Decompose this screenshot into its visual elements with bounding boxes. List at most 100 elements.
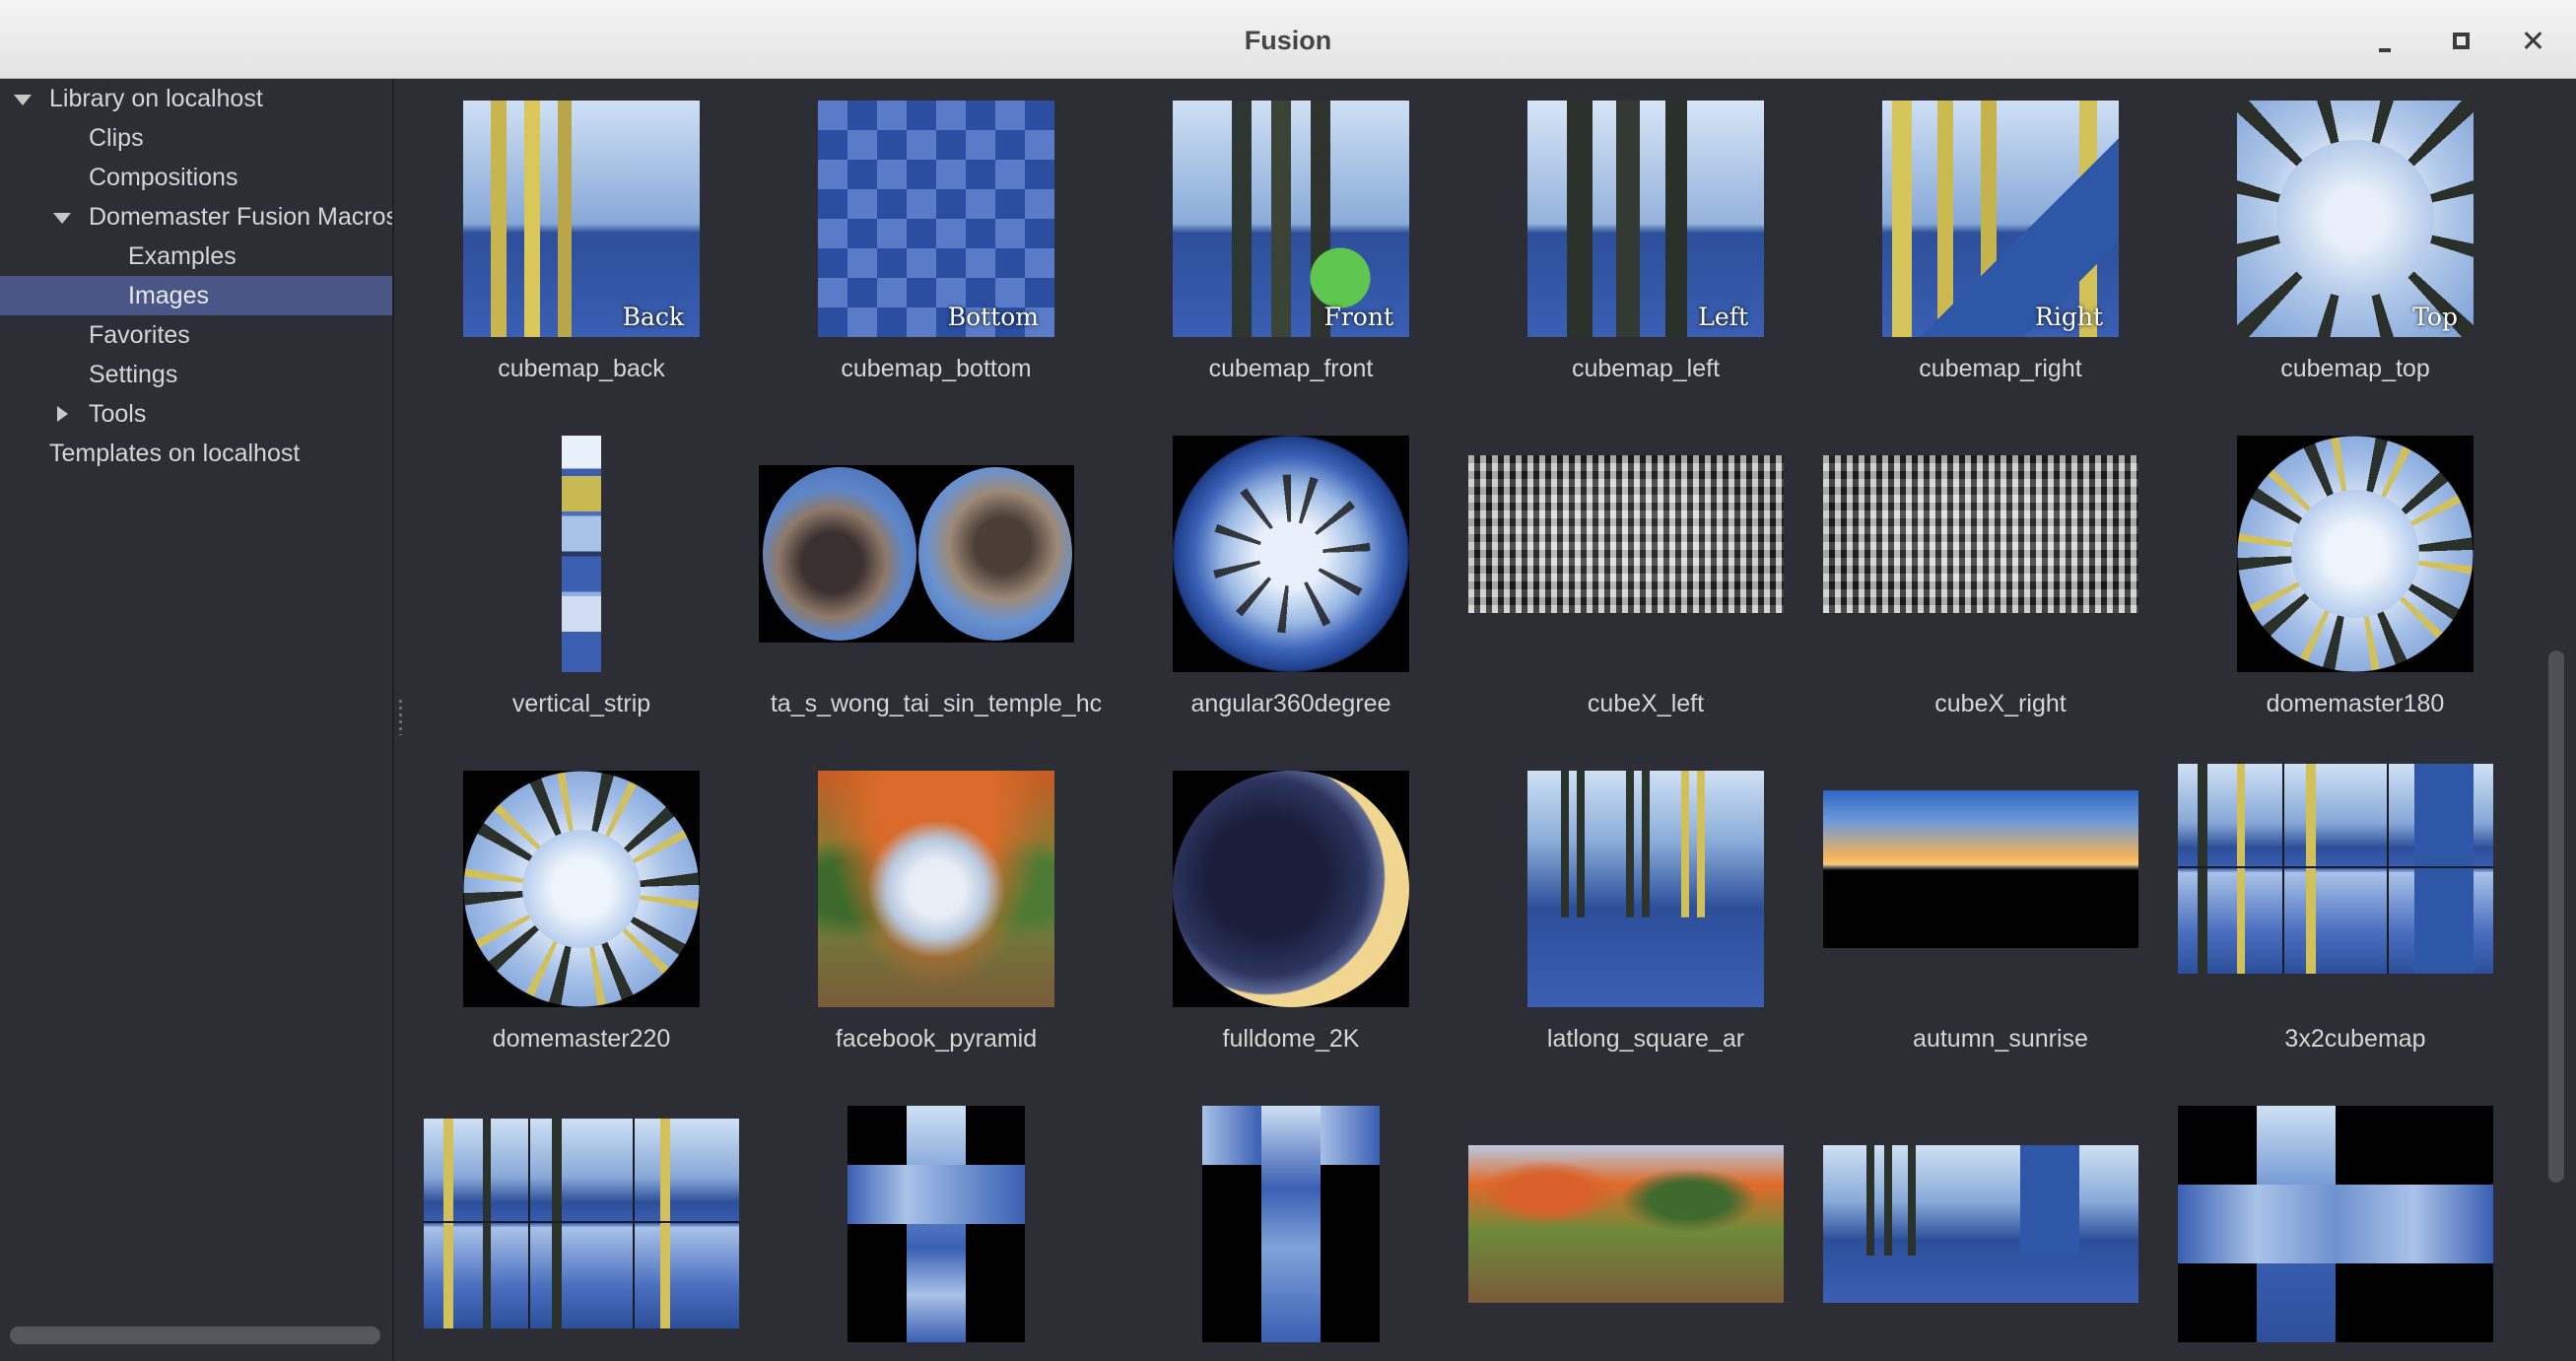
grid-item[interactable]: Top cubemap_top xyxy=(2178,79,2533,414)
thumbnail-overlay-label: Front xyxy=(1323,303,1394,331)
grid-item[interactable]: autumn_sunrise xyxy=(1823,749,2178,1084)
thumbnail-caption: latlong_square_ar xyxy=(1546,1025,1745,1053)
grid-item[interactable]: Left cubemap_left xyxy=(1468,79,1823,414)
grid-item[interactable]: domemaster180 xyxy=(2178,414,2533,749)
grid-item[interactable]: Right cubemap_right xyxy=(1823,79,2178,414)
thumbnail-caption: autumn_sunrise xyxy=(1913,1025,2088,1053)
thumbnail-image xyxy=(463,771,700,1007)
thumbnail-image xyxy=(759,465,1074,643)
grid-item[interactable]: latlong_square_ar xyxy=(1468,749,1823,1084)
thumbnail-image xyxy=(1823,455,2138,613)
thumbnail-caption: cubemap_bottom xyxy=(841,355,1032,382)
thumbnail-image xyxy=(2237,436,2474,672)
thumbnail-image xyxy=(424,1119,739,1328)
grid-item[interactable]: cubeX_right xyxy=(1823,414,2178,749)
thumbnail-image: Left xyxy=(1527,101,1764,337)
tree-item-clips[interactable]: Clips xyxy=(0,118,392,158)
tree-item-favorites[interactable]: Favorites xyxy=(0,315,392,355)
thumbnail-overlay-label: Bottom xyxy=(947,303,1039,331)
tree-item-settings[interactable]: Settings xyxy=(0,355,392,394)
thumbnail-overlay-label: Left xyxy=(1698,303,1748,331)
thumbnail-overlay-label: Right xyxy=(2035,303,2103,331)
thumbnail-overlay-label: Top xyxy=(2412,303,2458,331)
tree-item-label: Settings xyxy=(89,361,178,388)
thumbnail-caption: cubemap_top xyxy=(2280,355,2430,382)
close-icon[interactable] xyxy=(2516,24,2549,57)
tree-item-images[interactable]: Images xyxy=(0,276,392,315)
thumbnail-image xyxy=(1468,455,1784,613)
tree-item-label: Tools xyxy=(89,400,147,428)
thumbnail-image: Bottom xyxy=(818,101,1054,337)
tree-item-compositions[interactable]: Compositions xyxy=(0,158,392,197)
thumbnail-image xyxy=(1823,1145,2138,1303)
thumbnail-caption: cubemap_right xyxy=(1919,355,2082,382)
thumbnail-image: Front xyxy=(1173,101,1409,337)
thumbnail-image xyxy=(1527,771,1764,1007)
grid-item[interactable]: Front cubemap_front xyxy=(1114,79,1468,414)
tree-item-tools[interactable]: Tools xyxy=(0,394,392,434)
grid-item[interactable] xyxy=(1114,1084,1468,1361)
thumbnail-caption: ta_s_wong_tai_sin_temple_hc xyxy=(770,690,1103,717)
thumbnail-caption: cubemap_back xyxy=(498,355,665,382)
grid-item[interactable] xyxy=(2178,1084,2533,1361)
thumbnail-image xyxy=(2178,1106,2493,1342)
tree-item-label: Images xyxy=(128,282,209,309)
tree-item-library[interactable]: Library on localhost xyxy=(0,79,392,118)
title-bar: Fusion xyxy=(0,0,2576,79)
thumbnail-image xyxy=(847,1106,1025,1342)
vertical-scrollbar[interactable] xyxy=(2548,650,2564,1183)
tree-item-examples[interactable]: Examples xyxy=(0,237,392,276)
thumbnail-caption: vertical_strip xyxy=(511,690,651,717)
grid-item[interactable]: 3x2cubemap xyxy=(2178,749,2533,1084)
thumbnail-image xyxy=(562,436,601,672)
thumbnail-overlay-label: Back xyxy=(622,303,684,331)
thumbnail-caption: cubeX_right xyxy=(1934,690,2067,717)
tree-item-label: Favorites xyxy=(89,321,190,349)
thumbnail-caption: 3x2cubemap xyxy=(2284,1025,2426,1053)
maximize-icon[interactable] xyxy=(2443,24,2476,57)
expand-arrow-icon[interactable] xyxy=(14,95,32,105)
grid-item[interactable]: ta_s_wong_tai_sin_temple_hc xyxy=(759,414,1114,749)
grid-item[interactable] xyxy=(1823,1084,2178,1361)
grid-item[interactable]: vertical_strip xyxy=(404,414,759,749)
grid-item[interactable] xyxy=(1468,1084,1823,1361)
grid-item[interactable]: angular360degree xyxy=(1114,414,1468,749)
thumbnail-image: Top xyxy=(2237,101,2474,337)
expand-arrow-icon[interactable] xyxy=(53,213,71,224)
thumbnail-image xyxy=(1173,771,1409,1007)
tree-item-label: Examples xyxy=(128,242,237,270)
thumbnail-caption: cubemap_left xyxy=(1571,355,1721,382)
thumbnail-image xyxy=(2178,764,2493,974)
collapse-arrow-icon[interactable] xyxy=(57,406,68,422)
window-title: Fusion xyxy=(1244,26,1332,55)
tree-item-label: Templates on localhost xyxy=(49,440,301,467)
grid-item[interactable]: Back cubemap_back xyxy=(404,79,759,414)
splitter-grip-icon xyxy=(399,700,402,735)
tree-item-label: Domemaster Fusion Macros xyxy=(89,203,392,231)
thumbnail-caption: fulldome_2K xyxy=(1222,1025,1360,1053)
grid-item[interactable] xyxy=(404,1084,759,1361)
thumbnail-caption: domemaster220 xyxy=(492,1025,671,1053)
thumbnail-caption: angular360degree xyxy=(1190,690,1391,717)
tree-item-label: Library on localhost xyxy=(49,85,263,112)
grid-item[interactable]: Bottom cubemap_bottom xyxy=(759,79,1114,414)
grid-item[interactable] xyxy=(759,1084,1114,1361)
grid-item[interactable]: fulldome_2K xyxy=(1114,749,1468,1084)
minimize-icon[interactable] xyxy=(2368,24,2402,57)
thumbnail-caption: domemaster180 xyxy=(2266,690,2445,717)
thumbnail-caption: cubeX_left xyxy=(1587,690,1705,717)
horizontal-scrollbar[interactable] xyxy=(10,1327,380,1344)
tree-item-label: Compositions xyxy=(89,164,238,191)
thumbnail-image xyxy=(1823,790,2138,948)
grid-item[interactable]: domemaster220 xyxy=(404,749,759,1084)
grid-item[interactable]: cubeX_left xyxy=(1468,414,1823,749)
grid-item[interactable]: facebook_pyramid xyxy=(759,749,1114,1084)
tree-item-domemaster-macros[interactable]: Domemaster Fusion Macros xyxy=(0,197,392,237)
tree-item-templates[interactable]: Templates on localhost xyxy=(0,434,392,473)
thumbnail-image xyxy=(818,771,1054,1007)
thumbnail-image xyxy=(1173,436,1409,672)
thumbnail-image xyxy=(1202,1106,1380,1342)
library-tree: Library on localhost Clips Compositions … xyxy=(0,79,394,1361)
thumbnail-image: Right xyxy=(1882,101,2119,337)
thumbnail-image: Back xyxy=(463,101,700,337)
